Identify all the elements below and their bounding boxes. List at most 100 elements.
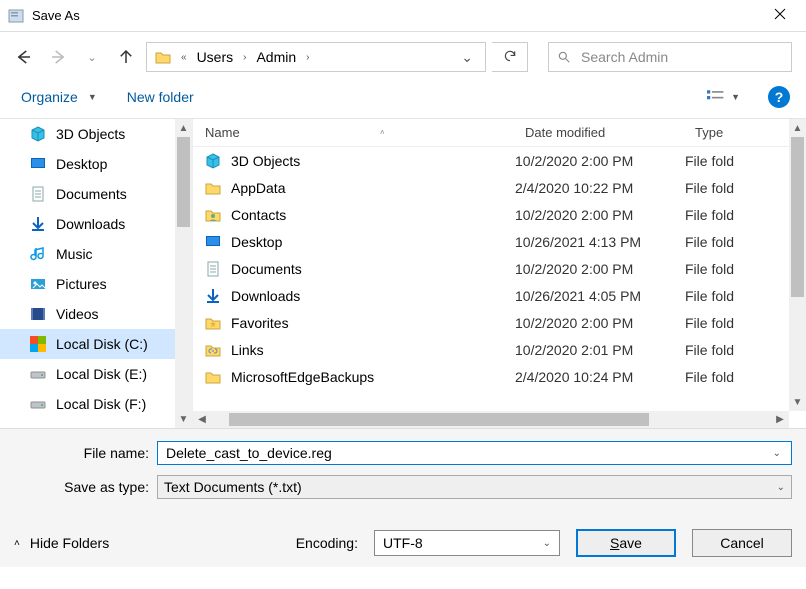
refresh-button[interactable]: [492, 42, 528, 72]
tree-item-label: Documents: [56, 186, 127, 202]
main-area: 3D ObjectsDesktopDocumentsDownloadsMusic…: [0, 118, 806, 428]
file-row[interactable]: Documents10/2/2020 2:00 PMFile fold: [193, 255, 806, 282]
column-header-name[interactable]: Name ˄: [205, 125, 525, 140]
file-date: 10/2/2020 2:00 PM: [515, 315, 685, 331]
breadcrumb-root[interactable]: [149, 44, 177, 70]
column-header-type[interactable]: Type: [695, 125, 775, 140]
scroll-right-icon[interactable]: ▶: [771, 411, 789, 429]
chevron-down-icon[interactable]: ⌄: [769, 448, 785, 459]
search-icon: [557, 50, 571, 64]
file-row[interactable]: 3D Objects 10/2/2020 2:00 PMFile fold: [193, 147, 806, 174]
filelist-scrollbar-vertical[interactable]: ▲ ▼: [789, 119, 806, 411]
sort-indicator-icon: ˄: [380, 128, 385, 137]
tree-item[interactable]: Downloads: [0, 209, 175, 239]
music-icon: [30, 246, 46, 262]
scroll-up-icon[interactable]: ▲: [175, 119, 192, 137]
new-folder-button[interactable]: New folder: [124, 87, 197, 107]
location-bar: ⌄ « Users › Admin › ⌄: [0, 32, 806, 82]
breadcrumb[interactable]: « Users › Admin › ⌄: [146, 42, 486, 72]
file-row[interactable]: Favorites10/2/2020 2:00 PMFile fold: [193, 309, 806, 336]
help-button[interactable]: ?: [768, 86, 790, 108]
breadcrumb-segment-users[interactable]: Users: [191, 44, 240, 70]
video-icon: [30, 306, 46, 322]
save-as-type-label: Save as type:: [14, 479, 149, 495]
scroll-thumb[interactable]: [177, 137, 190, 227]
contacts-icon: [205, 207, 221, 223]
scroll-thumb[interactable]: [229, 413, 649, 426]
scroll-up-icon[interactable]: ▲: [789, 119, 806, 137]
tree-item[interactable]: Local Disk (F:): [0, 389, 175, 419]
file-name: 3D Objects: [231, 153, 300, 169]
tree-item[interactable]: Local Disk (C:): [0, 329, 175, 359]
recent-locations-button[interactable]: ⌄: [78, 43, 106, 71]
tree-item-label: Local Disk (C:): [56, 336, 148, 352]
file-date: 10/2/2020 2:00 PM: [515, 153, 685, 169]
save-button[interactable]: Save: [576, 529, 676, 557]
scroll-down-icon[interactable]: ▼: [175, 410, 192, 428]
hide-folders-button[interactable]: ˄ Hide Folders: [14, 535, 109, 551]
tree-item[interactable]: Desktop: [0, 149, 175, 179]
up-button[interactable]: [112, 43, 140, 71]
file-date: 2/4/2020 10:22 PM: [515, 180, 685, 196]
chevron-down-icon: ⌄: [543, 538, 551, 549]
close-icon: [774, 7, 786, 25]
file-type: File fold: [685, 153, 734, 169]
file-row[interactable]: MicrosoftEdgeBackups2/4/2020 10:24 PMFil…: [193, 363, 806, 390]
tree-item[interactable]: Local Disk (E:): [0, 359, 175, 389]
file-row[interactable]: Contacts10/2/2020 2:00 PMFile fold: [193, 201, 806, 228]
file-type: File fold: [685, 288, 734, 304]
file-row[interactable]: Links10/2/2020 2:01 PMFile fold: [193, 336, 806, 363]
chevron-right-icon[interactable]: ›: [304, 52, 311, 63]
chevron-up-icon: ˄: [14, 538, 20, 549]
breadcrumb-segment-admin[interactable]: Admin: [250, 44, 302, 70]
breadcrumb-dropdown[interactable]: ⌄: [451, 49, 483, 66]
file-name: MicrosoftEdgeBackups: [231, 369, 374, 385]
cancel-button-label: Cancel: [720, 535, 764, 551]
tree-item[interactable]: Music: [0, 239, 175, 269]
search-input[interactable]: [548, 42, 792, 72]
toolbar: Organize ▼ New folder ▼ ?: [0, 82, 806, 118]
cancel-button[interactable]: Cancel: [692, 529, 792, 557]
organize-button[interactable]: Organize ▼: [18, 87, 100, 107]
column-headers: Name ˄ Date modified Type: [193, 119, 806, 147]
chevron-down-icon: ⌄: [461, 49, 473, 65]
scroll-left-icon[interactable]: ◀: [193, 411, 211, 429]
filelist-scrollbar-horizontal[interactable]: ◀ ▶: [193, 411, 789, 428]
folder-icon: [205, 369, 221, 385]
filename-label: File name:: [14, 445, 149, 461]
view-options-button[interactable]: ▼: [703, 87, 744, 108]
tree-item-label: Music: [56, 246, 93, 262]
tree-item-label: Local Disk (F:): [56, 396, 146, 412]
close-button[interactable]: [762, 2, 798, 30]
file-row[interactable]: AppData2/4/2020 10:22 PMFile fold: [193, 174, 806, 201]
file-row[interactable]: Downloads10/26/2021 4:05 PMFile fold: [193, 282, 806, 309]
file-row[interactable]: Desktop10/26/2021 4:13 PMFile fold: [193, 228, 806, 255]
save-as-type-combobox[interactable]: Text Documents (*.txt) ⌄: [157, 475, 792, 499]
chevron-right-icon[interactable]: «: [179, 52, 189, 63]
file-name: Desktop: [231, 234, 282, 250]
filename-combobox[interactable]: ⌄: [157, 441, 792, 465]
tree-item-label: Pictures: [56, 276, 107, 292]
scroll-thumb[interactable]: [791, 137, 804, 297]
cube-icon: [205, 153, 221, 169]
forward-button[interactable]: [44, 43, 72, 71]
encoding-combobox[interactable]: UTF-8 ⌄: [374, 530, 560, 556]
tree-item[interactable]: Documents: [0, 179, 175, 209]
column-header-date[interactable]: Date modified: [525, 125, 695, 140]
file-type: File fold: [685, 207, 734, 223]
scroll-down-icon[interactable]: ▼: [789, 393, 806, 411]
drive-icon: [30, 366, 46, 382]
tree-item-label: Downloads: [56, 216, 125, 232]
drive-icon: [30, 396, 46, 412]
view-icon: [707, 89, 725, 106]
filename-input[interactable]: [164, 443, 769, 463]
back-button[interactable]: [10, 43, 38, 71]
tree-item-label: Videos: [56, 306, 99, 322]
cube-icon: [30, 126, 46, 142]
tree-scrollbar[interactable]: ▲ ▼: [175, 119, 192, 428]
search-field[interactable]: [579, 48, 783, 66]
tree-item[interactable]: Pictures: [0, 269, 175, 299]
tree-item[interactable]: Videos: [0, 299, 175, 329]
chevron-right-icon[interactable]: ›: [241, 52, 248, 63]
tree-item[interactable]: 3D Objects: [0, 119, 175, 149]
